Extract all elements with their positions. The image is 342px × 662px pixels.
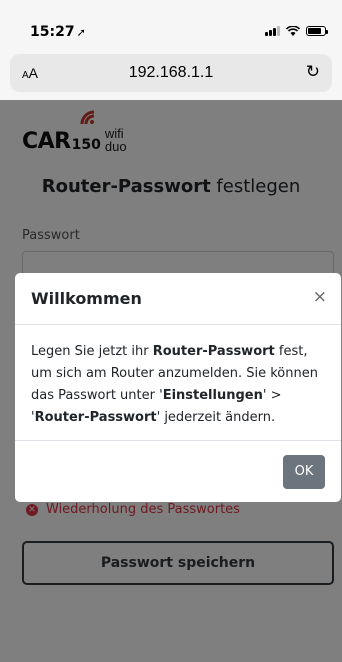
signal-icon xyxy=(265,26,280,36)
modal-title: Willkommen xyxy=(31,289,142,308)
status-time-text: 15:27 xyxy=(30,24,75,40)
modal-footer: OK xyxy=(15,440,341,502)
status-time: 15:27 ➚ xyxy=(30,24,86,40)
welcome-modal: Willkommen × Legen Sie jetzt ihr Router-… xyxy=(15,273,341,502)
wifi-status-icon xyxy=(286,26,300,36)
status-bar: 15:27 ➚ xyxy=(0,0,342,54)
close-icon[interactable]: × xyxy=(313,287,327,307)
url-bar[interactable]: AA 192.168.1.1 ↻ xyxy=(10,54,332,92)
modal-header: Willkommen × xyxy=(15,273,341,325)
system-icons xyxy=(265,26,328,36)
url-text[interactable]: 192.168.1.1 xyxy=(10,64,332,82)
modal-body: Legen Sie jetzt ihr Router-Passwort fest… xyxy=(31,344,318,425)
location-arrow-icon: ➚ xyxy=(76,26,86,39)
ok-button[interactable]: OK xyxy=(283,455,325,489)
battery-icon xyxy=(306,26,328,36)
reload-icon[interactable]: ↻ xyxy=(306,62,320,82)
